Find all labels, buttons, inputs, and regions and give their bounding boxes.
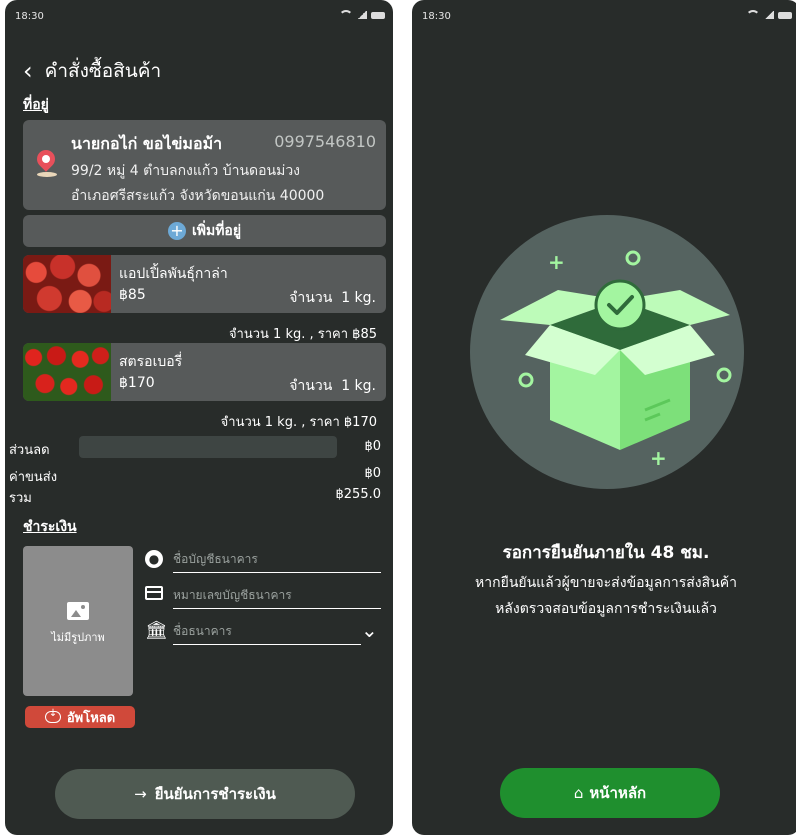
address-phone: 0997546810 — [274, 132, 376, 151]
total-value: ฿255.0 — [335, 487, 382, 502]
add-address-label: เพิ่มที่อยู่ — [191, 223, 242, 239]
product-name: สตรอเบอรี่ — [119, 354, 183, 370]
wifi-icon — [746, 10, 760, 20]
address-section-label: ที่อยู่ — [23, 97, 49, 113]
qty-label: จำนวน — [289, 290, 333, 306]
pin-shadow — [37, 172, 57, 177]
status-time: 18:30 — [15, 11, 44, 22]
home-label: หน้าหลัก — [589, 784, 647, 802]
product-summary: จำนวน 1 kg. , ราคา ฿170 — [220, 415, 377, 430]
arrow-right-icon: → — [134, 785, 147, 803]
box-check-icon: + + — [500, 250, 732, 470]
product-image-strawberry — [23, 343, 111, 401]
payment-slip-image[interactable]: ไม่มีรูปภาพ — [23, 546, 133, 696]
signal-icon — [357, 11, 367, 19]
battery-icon — [778, 11, 792, 19]
location-pin-icon — [33, 146, 59, 172]
page-title: คำสั่งซื้อสินค้า — [44, 60, 162, 82]
status-time: 18:30 — [422, 11, 451, 22]
qty-label: จำนวน — [289, 378, 333, 394]
battery-icon — [371, 11, 385, 19]
product-image-apple — [23, 255, 111, 313]
back-chevron-icon[interactable]: ‹ — [23, 59, 33, 83]
home-button[interactable]: ⌂ หน้าหลัก — [500, 768, 720, 818]
plus-circle-icon: + — [167, 222, 186, 240]
upload-button[interactable]: อัพโหลด — [25, 706, 135, 728]
status-bar: 18:30 — [5, 0, 393, 34]
discount-input[interactable] — [79, 436, 337, 458]
wifi-icon — [339, 10, 353, 20]
success-screen: 18:30 + + รอการยืนยันภายใน 48 ชม. หากยืน… — [412, 0, 796, 835]
product-qty: จำนวน 1 kg. — [289, 287, 376, 309]
status-icons — [746, 10, 792, 20]
address-line-2: อำเภอศรีสระแก้ว จังหวัดขอนแก่น 40000 — [71, 188, 325, 204]
discount-label: ส่วนลด — [9, 443, 50, 458]
qty-value: 1 kg. — [341, 378, 376, 394]
success-line-1: หากยืนยันแล้วผู้ขายจะส่งข้อมูลการส่งสินค… — [475, 575, 737, 591]
address-line-1: 99/2 หมู่ 4 ตำบลกงแก้ว บ้านดอนม่วง — [71, 163, 301, 179]
illustration-circle: + + — [470, 215, 744, 489]
bank-icon: 🏛 — [145, 620, 168, 641]
chevron-down-icon[interactable]: ⌄ — [361, 618, 393, 642]
product-card[interactable]: สตรอเบอรี่ ฿170 จำนวน 1 kg. — [23, 343, 386, 401]
product-card[interactable]: แอปเปิ้ลพันธุ์กาล่า ฿85 จำนวน 1 kg. — [23, 255, 386, 313]
account-name-row: ● ชื่อบัญชีธนาคาร — [145, 548, 381, 574]
image-icon — [67, 602, 89, 620]
user-icon: ● — [145, 550, 163, 568]
credit-card-icon — [145, 586, 163, 600]
payment-section-label: ชำระเงิน — [23, 519, 77, 535]
success-line-2: หลังตรวจสอบข้อมูลการชำระเงินแล้ว — [495, 601, 717, 617]
product-price: ฿85 — [119, 287, 146, 303]
bank-name-row: 🏛 ชื่อธนาคาร — [145, 620, 361, 646]
product-summary: จำนวน 1 kg. , ราคา ฿85 — [228, 327, 377, 342]
address-name: นายกอไก่ ขอไข่มอม้า — [71, 134, 223, 153]
signal-icon — [764, 11, 774, 19]
add-address-button[interactable]: + เพิ่มที่อยู่ — [23, 215, 386, 247]
shipping-value: ฿0 — [364, 466, 381, 481]
account-number-input[interactable]: หมายเลขบัญชีธนาคาร — [173, 584, 381, 609]
header: ‹ คำสั่งซื้อสินค้า — [23, 56, 161, 86]
product-name: แอปเปิ้ลพันธุ์กาล่า — [119, 266, 228, 282]
shipping-row: ค่าขนส่ง ฿0 — [9, 466, 381, 487]
qty-value: 1 kg. — [341, 290, 376, 306]
total-label: รวม — [9, 491, 32, 506]
total-row: รวม ฿255.0 — [9, 487, 381, 508]
shipping-label: ค่าขนส่ง — [9, 470, 58, 485]
product-price: ฿170 — [119, 375, 155, 391]
account-name-input[interactable]: ชื่อบัญชีธนาคาร — [173, 548, 381, 573]
success-title: รอการยืนยันภายใน 48 ชม. — [502, 543, 710, 563]
discount-value: ฿0 — [364, 439, 381, 454]
status-bar: 18:30 — [412, 0, 796, 34]
confirm-payment-label: ยืนยันการชำระเงิน — [154, 785, 276, 803]
status-icons — [339, 10, 385, 20]
upload-label: อัพโหลด — [66, 710, 116, 726]
svg-text:+: + — [650, 446, 667, 470]
home-icon: ⌂ — [573, 784, 584, 802]
product-qty: จำนวน 1 kg. — [289, 375, 376, 397]
address-card[interactable]: นายกอไก่ ขอไข่มอม้า 0997546810 99/2 หมู่… — [23, 120, 386, 210]
no-image-label: ไม่มีรูปภาพ — [51, 631, 105, 644]
cloud-upload-icon — [44, 708, 61, 723]
svg-text:+: + — [548, 250, 565, 274]
bank-name-select[interactable]: ชื่อธนาคาร — [173, 620, 361, 645]
confirm-payment-button[interactable]: → ยืนยันการชำระเงิน — [55, 769, 355, 819]
order-screen: 18:30 ‹ คำสั่งซื้อสินค้า ที่อยู่ นายกอไก… — [5, 0, 393, 835]
account-number-row: หมายเลขบัญชีธนาคาร — [145, 584, 381, 610]
